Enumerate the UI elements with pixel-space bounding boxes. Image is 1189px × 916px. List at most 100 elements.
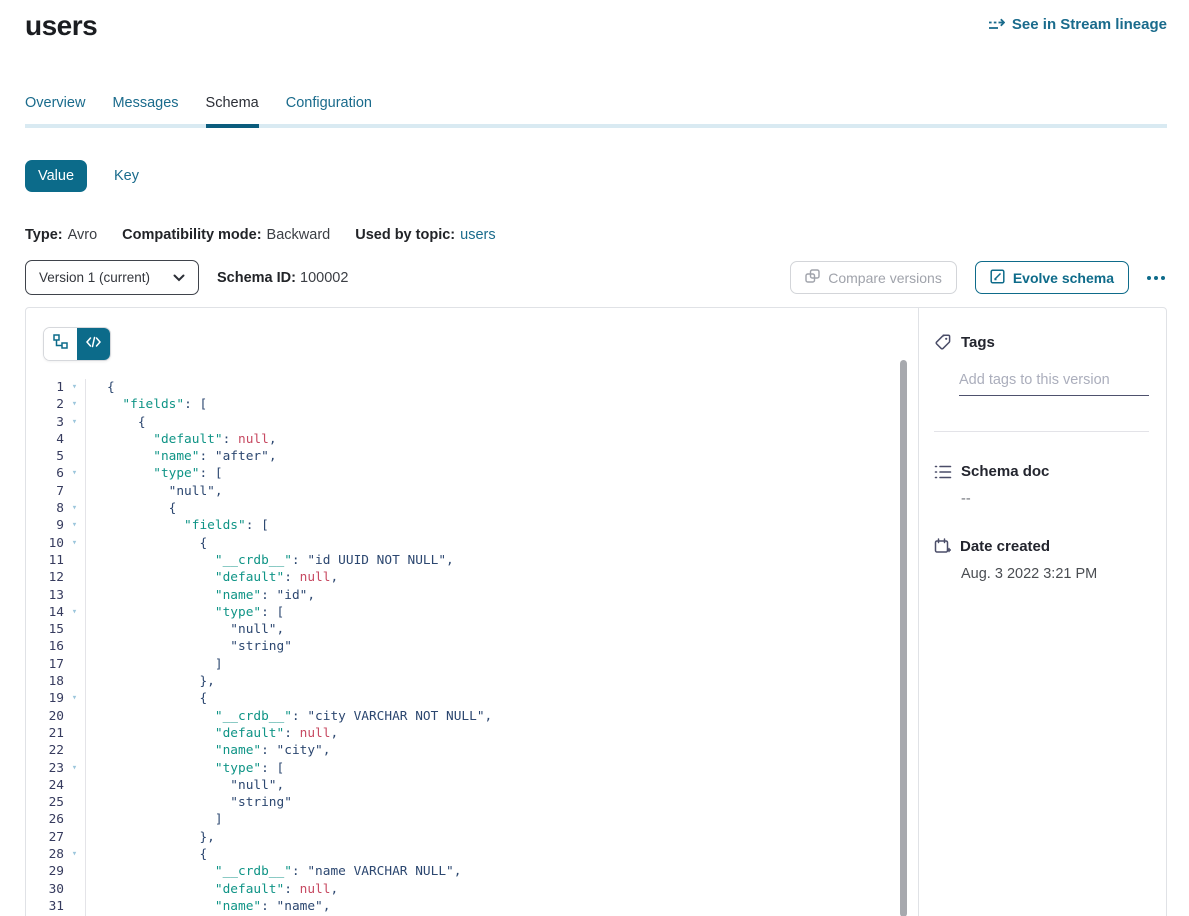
fold-spacer [64, 881, 85, 898]
code-lines[interactable]: 1▾{2▾ "fields": [3▾ {4 "default": null,5… [26, 379, 918, 916]
tab-schema[interactable]: Schema [206, 91, 259, 124]
stream-lineage-link[interactable]: See in Stream lineage [988, 16, 1167, 33]
code-text: { [85, 846, 918, 863]
code-text: "fields": [ [85, 396, 918, 413]
line-number: 4 [26, 431, 64, 448]
code-text: { [85, 414, 918, 431]
fold-spacer [64, 552, 85, 569]
line-number: 11 [26, 552, 64, 569]
tab-configuration[interactable]: Configuration [286, 91, 372, 124]
fold-arrow-icon[interactable]: ▾ [64, 414, 85, 431]
code-text: "__crdb__": "id UUID NOT NULL", [85, 552, 918, 569]
code-line: 7 "null", [26, 483, 918, 500]
code-line: 23▾ "type": [ [26, 760, 918, 777]
schema-id-value: 100002 [300, 270, 348, 286]
code-line: 12 "default": null, [26, 569, 918, 586]
version-bar: Version 1 (current) Schema ID: 100002 Co… [25, 260, 1167, 295]
fold-spacer [64, 673, 85, 690]
code-line: 17 ] [26, 656, 918, 673]
code-line: 13 "name": "id", [26, 587, 918, 604]
topic-link[interactable]: users [460, 227, 495, 243]
schema-doc-value: -- [961, 491, 1149, 507]
page-header: users See in Stream lineage [25, 0, 1167, 42]
line-number: 23 [26, 760, 64, 777]
fold-spacer [64, 569, 85, 586]
fold-arrow-icon[interactable]: ▾ [64, 535, 85, 552]
fold-spacer [64, 638, 85, 655]
fold-spacer [64, 656, 85, 673]
code-line: 18 }, [26, 673, 918, 690]
code-line: 6▾ "type": [ [26, 465, 918, 482]
line-number: 14 [26, 604, 64, 621]
fold-arrow-icon[interactable]: ▾ [64, 465, 85, 482]
tab-messages[interactable]: Messages [112, 91, 178, 124]
tree-view-button[interactable] [44, 328, 77, 360]
code-text: "type": [ [85, 604, 918, 621]
line-number: 17 [26, 656, 64, 673]
code-line: 9▾ "fields": [ [26, 517, 918, 534]
fold-arrow-icon[interactable]: ▾ [64, 517, 85, 534]
code-line: 19▾ { [26, 690, 918, 707]
schema-panel: 1▾{2▾ "fields": [3▾ {4 "default": null,5… [25, 307, 1167, 916]
code-text: { [85, 690, 918, 707]
compatibility-value: Backward [267, 227, 331, 243]
code-line: 27 }, [26, 829, 918, 846]
type-value: Avro [68, 227, 98, 243]
code-text: "name": "id", [85, 587, 918, 604]
key-toggle-button[interactable]: Key [114, 168, 139, 184]
fold-arrow-icon[interactable]: ▾ [64, 760, 85, 777]
schema-meta-row: Type:Avro Compatibility mode:Backward Us… [25, 227, 1167, 243]
type-label: Type: [25, 227, 63, 243]
edit-schema-icon [990, 269, 1005, 287]
line-number: 2 [26, 396, 64, 413]
evolve-schema-button[interactable]: Evolve schema [975, 261, 1129, 294]
value-key-toggle: Value Key [25, 160, 1167, 192]
used-by-topic-label: Used by topic: [355, 227, 455, 243]
fold-spacer [64, 811, 85, 828]
schema-id-label: Schema ID: [217, 270, 296, 286]
line-number: 26 [26, 811, 64, 828]
tree-view-icon [53, 334, 68, 354]
code-text: "name": "name", [85, 898, 918, 915]
stream-lineage-label: See in Stream lineage [1012, 16, 1167, 33]
fold-spacer [64, 863, 85, 880]
line-number: 19 [26, 690, 64, 707]
code-text: ] [85, 656, 918, 673]
compare-versions-button[interactable]: Compare versions [790, 261, 957, 294]
fold-arrow-icon[interactable]: ▾ [64, 379, 85, 396]
code-line: 22 "name": "city", [26, 742, 918, 759]
add-tags-input[interactable] [959, 372, 1149, 396]
code-view-button[interactable] [77, 328, 110, 360]
line-number: 9 [26, 517, 64, 534]
fold-spacer [64, 708, 85, 725]
version-select-value: Version 1 (current) [39, 270, 150, 285]
compare-icon [805, 269, 820, 286]
vertical-scrollbar[interactable] [900, 360, 907, 916]
fold-arrow-icon[interactable]: ▾ [64, 396, 85, 413]
version-select[interactable]: Version 1 (current) [25, 260, 199, 295]
code-line: 1▾{ [26, 379, 918, 396]
fold-arrow-icon[interactable]: ▾ [64, 604, 85, 621]
fold-arrow-icon[interactable]: ▾ [64, 690, 85, 707]
code-text: { [85, 500, 918, 517]
tab-overview[interactable]: Overview [25, 91, 85, 124]
code-text: { [85, 535, 918, 552]
code-text: "default": null, [85, 725, 918, 742]
fold-arrow-icon[interactable]: ▾ [64, 846, 85, 863]
code-text: "fields": [ [85, 517, 918, 534]
more-options-button[interactable] [1145, 270, 1167, 286]
compare-versions-label: Compare versions [828, 270, 942, 286]
code-text: "default": null, [85, 881, 918, 898]
fold-spacer [64, 777, 85, 794]
date-created-section: Date created Aug. 3 2022 3:21 PM [934, 538, 1149, 582]
value-toggle-button[interactable]: Value [25, 160, 87, 192]
fold-spacer [64, 829, 85, 846]
code-line: 24 "null", [26, 777, 918, 794]
fold-arrow-icon[interactable]: ▾ [64, 500, 85, 517]
line-number: 3 [26, 414, 64, 431]
schema-page: users See in Stream lineage Overview Mes… [0, 0, 1189, 916]
fold-spacer [64, 794, 85, 811]
code-line: 4 "default": null, [26, 431, 918, 448]
fold-spacer [64, 621, 85, 638]
code-text: "string" [85, 638, 918, 655]
